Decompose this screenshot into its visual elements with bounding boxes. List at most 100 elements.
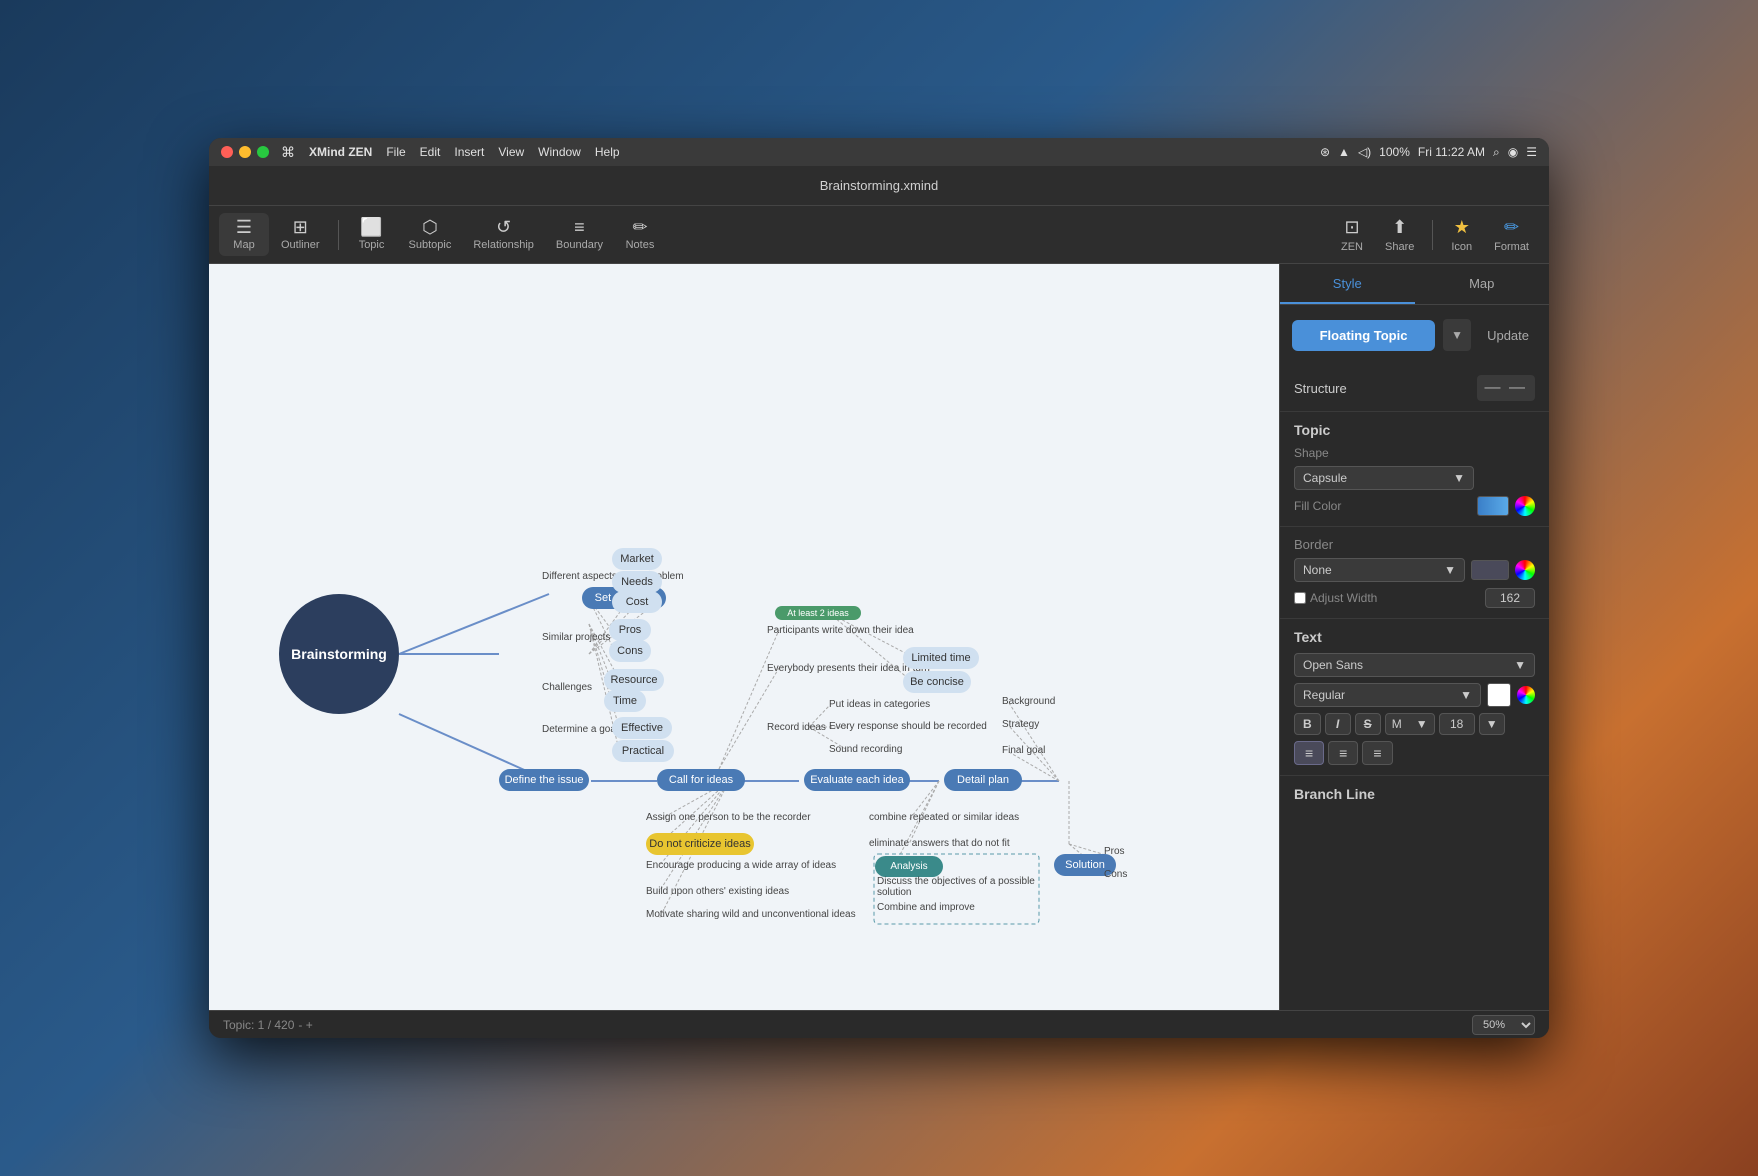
width-input[interactable]: 162: [1485, 588, 1535, 608]
atleast-node[interactable]: At least 2 ideas: [775, 606, 861, 620]
user-icon[interactable]: ◉: [1508, 145, 1518, 159]
branch-line-title: Branch Line: [1280, 776, 1549, 806]
effective-node[interactable]: Effective: [612, 717, 672, 739]
size-stepper: ▼: [1479, 713, 1505, 735]
fill-color-picker[interactable]: [1515, 496, 1535, 516]
italic-button[interactable]: I: [1325, 713, 1351, 735]
map-label: Map: [233, 239, 254, 251]
outliner-label: Outliner: [281, 239, 320, 251]
strikethrough-button[interactable]: S: [1355, 713, 1381, 735]
cons2-label: Cons: [1104, 869, 1127, 880]
evaluate-node[interactable]: Evaluate each idea: [804, 769, 910, 791]
callfor-node[interactable]: Call for ideas: [657, 769, 745, 791]
needs-node[interactable]: Needs: [612, 571, 662, 593]
menu-insert[interactable]: Insert: [454, 145, 484, 159]
boundary-label: Boundary: [556, 239, 603, 251]
text-color-picker[interactable]: [1517, 686, 1535, 704]
right-panel: Style Map Floating Topic ▼ Update Struct…: [1279, 264, 1549, 1010]
detail-node[interactable]: Detail plan: [944, 769, 1022, 791]
fill-color-swatch[interactable]: [1477, 496, 1509, 516]
topic-section-title: Topic: [1294, 422, 1535, 438]
search-icon[interactable]: ⌕: [1493, 145, 1500, 160]
zoom-select[interactable]: 50% 25% 75% 100% 150% 200%: [1472, 1015, 1535, 1035]
toolbar-icon-btn[interactable]: ★ Icon: [1441, 212, 1482, 258]
fill-color-row: Fill Color: [1294, 496, 1535, 516]
analysis-node[interactable]: Analysis: [875, 856, 943, 877]
star-icon: ★: [1454, 217, 1470, 238]
size-down-btn[interactable]: ▼: [1479, 713, 1505, 735]
map-icon: ☰: [236, 218, 252, 236]
menu-items: ⌘ XMind ZEN File Edit Insert View Window…: [281, 144, 620, 161]
structure-icon[interactable]: — —: [1477, 375, 1535, 401]
adjust-width-label: Adjust Width: [1294, 591, 1377, 605]
toolbar-relationship-btn[interactable]: ↺ Relationship: [463, 213, 544, 256]
notes-label: Notes: [626, 239, 655, 251]
time-node[interactable]: Time: [604, 690, 646, 712]
zen-label: ZEN: [1341, 241, 1363, 253]
structure-section: Structure — —: [1280, 365, 1549, 412]
main-area: Brainstorming Define the issue Set up ru…: [209, 264, 1549, 1010]
floating-topic-button[interactable]: Floating Topic: [1292, 320, 1435, 351]
practical-node[interactable]: Practical: [612, 740, 674, 762]
close-button[interactable]: [221, 146, 233, 158]
toolbar-zen-btn[interactable]: ⊡ ZEN: [1331, 212, 1373, 258]
pros1-node[interactable]: Pros: [609, 619, 651, 641]
font-select[interactable]: Open Sans ▼: [1294, 653, 1535, 677]
align-right-button[interactable]: ≡: [1362, 741, 1392, 765]
toolbar-right-group: ⊡ ZEN ⬆ Share: [1331, 212, 1424, 258]
map-canvas[interactable]: Brainstorming Define the issue Set up ru…: [209, 264, 1279, 1010]
menu-window[interactable]: Window: [538, 145, 581, 159]
tab-style[interactable]: Style: [1280, 264, 1415, 304]
toolbar-outliner-btn[interactable]: ⊞ Outliner: [271, 213, 330, 256]
floating-topic-dropdown[interactable]: ▼: [1443, 319, 1471, 351]
menu-view[interactable]: View: [498, 145, 524, 159]
fullscreen-button[interactable]: [257, 146, 269, 158]
donot-node[interactable]: Do not criticize ideas: [646, 833, 754, 855]
adjust-width-checkbox[interactable]: [1294, 592, 1306, 604]
relationship-icon: ↺: [496, 218, 511, 236]
market-node[interactable]: Market: [612, 548, 662, 570]
toolbar-sep-1: [338, 220, 339, 250]
resource-node[interactable]: Resource: [604, 669, 664, 691]
toolbar-boundary-btn[interactable]: ≡ Boundary: [546, 213, 613, 256]
update-button[interactable]: Update: [1479, 324, 1537, 347]
define-node[interactable]: Define the issue: [499, 769, 589, 791]
border-color-picker[interactable]: [1515, 560, 1535, 580]
finalgoal-label: Final goal: [1002, 745, 1045, 756]
menu-help[interactable]: Help: [595, 145, 620, 159]
lines-icon[interactable]: ☰: [1526, 145, 1537, 159]
toolbar-map-btn[interactable]: ☰ Map: [219, 213, 269, 256]
central-node[interactable]: Brainstorming: [279, 594, 399, 714]
border-select[interactable]: None ▼: [1294, 558, 1465, 582]
minimize-button[interactable]: [239, 146, 251, 158]
menu-xmind[interactable]: XMind ZEN: [309, 145, 372, 159]
motivate-label: Motivate sharing wild and unconventional…: [646, 909, 856, 920]
toolbar-notes-btn[interactable]: ✏ Notes: [615, 213, 665, 256]
assign-label: Assign one person to be the recorder: [646, 812, 811, 823]
window-title: Brainstorming.xmind: [820, 178, 939, 193]
toolbar-share-btn[interactable]: ⬆ Share: [1375, 212, 1424, 258]
tab-map[interactable]: Map: [1415, 264, 1550, 304]
style-select[interactable]: Regular ▼: [1294, 683, 1481, 707]
toolbar-format-btn[interactable]: ✏ Format: [1484, 212, 1539, 258]
font-size-input[interactable]: [1439, 713, 1475, 735]
align-center-button[interactable]: ≡: [1328, 741, 1358, 765]
cost-node[interactable]: Cost: [612, 591, 662, 613]
limited-node[interactable]: Limited time: [903, 647, 979, 669]
floating-topic-section: Floating Topic ▼ Update: [1280, 305, 1549, 365]
align-left-button[interactable]: ≡: [1294, 741, 1324, 765]
toolbar-topic-btn[interactable]: ⬜ Topic: [347, 213, 397, 256]
menu-file[interactable]: File: [386, 145, 405, 159]
cons1-node[interactable]: Cons: [609, 640, 651, 662]
border-color-swatch[interactable]: [1471, 560, 1509, 580]
shape-select[interactable]: Capsule ▼: [1294, 466, 1474, 490]
apple-menu[interactable]: ⌘: [281, 144, 295, 161]
m-select[interactable]: M ▼: [1385, 713, 1435, 735]
toolbar-subtopic-btn[interactable]: ⬡ Subtopic: [399, 213, 462, 256]
topic-count: Topic: 1 / 420: [223, 1018, 294, 1032]
text-color-swatch[interactable]: [1487, 683, 1511, 707]
concise-node[interactable]: Be concise: [903, 671, 971, 693]
menu-edit[interactable]: Edit: [420, 145, 441, 159]
text-section-title: Text: [1294, 629, 1535, 645]
bold-button[interactable]: B: [1294, 713, 1321, 735]
